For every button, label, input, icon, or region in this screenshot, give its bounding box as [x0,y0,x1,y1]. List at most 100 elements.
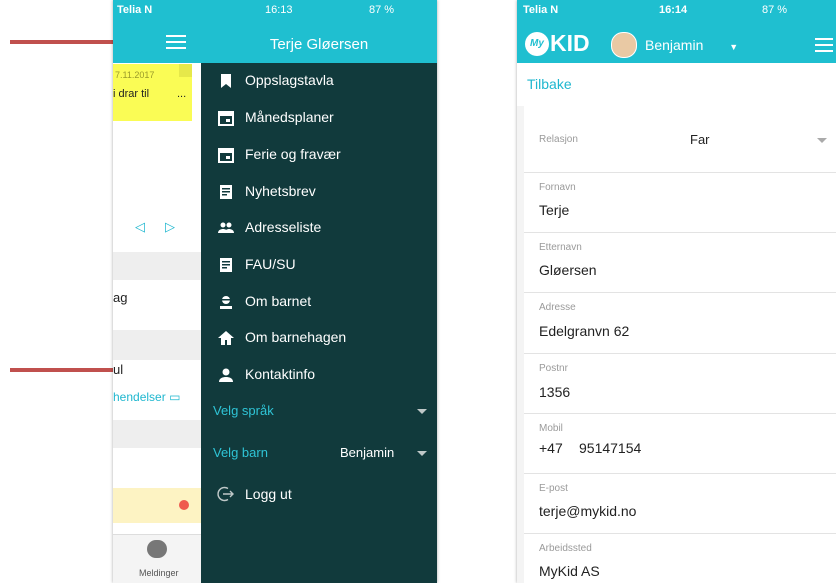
unread-dot-icon [179,500,189,510]
drawer-user-name: Terje Gløersen [269,36,369,53]
next-icon[interactable]: ▷ [165,219,175,235]
left-phone-screen: Telia N 7.11.2017 i drar til ... ◁ ▷ ag … [113,0,437,583]
menu-item-nyhetsbrev[interactable]: Nyhetsbrev [201,174,437,210]
sticky-more[interactable]: ... [177,88,186,100]
avatar [611,32,637,58]
field-label: Postnr [539,363,568,374]
email-field[interactable]: E-post terje@mykid.no [524,473,836,534]
menu-item-om-barnet[interactable]: Om barnet [201,284,437,320]
menu-label: Nyhetsbrev [245,183,316,199]
calendar-icon [218,111,234,126]
menu-label: Oppslagstavla [245,72,334,88]
dropdown-caret-icon [817,138,827,143]
field-value: Terje [539,202,570,218]
mykid-logo: My KID [525,30,603,58]
field-value: 1356 [539,384,571,400]
calendar-icon: ▭ [169,390,181,404]
logout-icon [217,486,234,502]
contact-form: Relasjon Far Fornavn Terje Etternavn Glø… [524,106,836,583]
status-battery: 87 % [762,4,788,16]
sticky-note[interactable]: 7.11.2017 i drar til ... [113,64,192,121]
document-icon [220,185,232,199]
field-value: 95147154 [579,440,642,456]
sticky-fold [179,64,192,77]
section-divider [113,420,201,448]
sticky-date: 7.11.2017 [115,70,155,80]
chat-icon[interactable] [147,540,167,558]
notice-row[interactable] [113,488,201,523]
status-time: 16:14 [659,4,688,16]
bookmark-icon [221,74,231,88]
back-link[interactable]: Tilbake [527,76,572,92]
menu-label: Kontaktinfo [245,366,316,382]
left-app-header: Telia N [113,0,201,63]
events-link[interactable]: hendelser ▭ [113,390,180,404]
menu-item-manedsplaner[interactable]: Månedsplaner [201,100,437,136]
field-label: Relasjon [539,134,578,145]
mobile-field[interactable]: Mobil +47 95147154 [524,413,836,474]
field-label: Etternavn [539,242,582,253]
events-link-label: hendelser [113,390,166,404]
bottom-tab-bar: Meldinger [113,534,201,583]
language-select-label: Velg språk [213,403,274,418]
menu-item-fau-su[interactable]: FAU/SU [201,247,437,283]
field-label: Fornavn [539,182,576,193]
menu-label: Adresseliste [245,219,322,235]
logo-text: KID [550,30,590,56]
child-icon [220,296,232,309]
phone-prefix[interactable]: +47 [539,440,563,456]
menu-item-ferie-og-fravaer[interactable]: Ferie og fravær [201,137,437,173]
nav-bar: Tilbake [517,63,836,107]
menu-label: Om barnet [245,293,312,309]
field-value: Edelgranvn 62 [539,323,630,339]
dropdown-caret-icon [417,451,427,456]
calendar-icon [218,148,234,163]
child-select-label: Velg barn [213,445,268,460]
prev-icon[interactable]: ◁ [135,219,145,235]
workplace-field[interactable]: Arbeidssted MyKid AS [524,533,836,583]
first-name-field[interactable]: Fornavn Terje [524,172,836,233]
background-app: Telia N 7.11.2017 i drar til ... ◁ ▷ ag … [113,0,201,583]
field-label: Mobil [539,423,563,434]
field-label: Arbeidssted [539,543,592,554]
field-value: Far [690,132,710,147]
logo-badge: My [525,32,549,56]
tab-meldinger[interactable]: Meldinger [139,568,179,578]
status-battery: 87 % [369,4,395,16]
menu-label: Ferie og fravær [245,146,341,162]
menu-item-adresseliste[interactable]: Adresseliste [201,210,437,246]
menu-item-kontaktinfo[interactable]: Kontaktinfo [201,357,437,393]
child-select[interactable]: Velg barn Benjamin [201,440,437,466]
document-icon [220,258,232,272]
section-divider [113,252,201,280]
menu-label: Om barnehagen [245,329,347,345]
drawer-header: 16:13 87 % Terje Gløersen [201,0,437,63]
navigation-drawer: 16:13 87 % Terje Gløersen Oppslagstavla … [201,0,437,583]
people-icon [218,222,234,233]
logout-button[interactable]: Logg ut [201,482,437,508]
logout-label: Logg ut [245,486,292,502]
row-text: ag [113,290,128,305]
field-value: Gløersen [539,262,597,278]
child-select-value: Benjamin [340,445,395,460]
address-field[interactable]: Adresse Edelgranvn 62 [524,292,836,354]
field-label: E-post [539,483,568,494]
dropdown-caret-icon [417,409,427,414]
row-text: ul [113,362,124,377]
hamburger-menu-icon[interactable] [166,35,186,51]
relation-field[interactable]: Relasjon Far [524,106,836,173]
field-value: terje@mykid.no [539,503,637,519]
sticky-text: i drar til [113,88,150,100]
menu-item-oppslagstavla[interactable]: Oppslagstavla [201,63,437,99]
hamburger-menu-icon[interactable] [815,38,833,52]
person-icon [219,368,233,382]
chevron-down-icon: ▼ [729,42,739,52]
menu-label: FAU/SU [245,256,296,272]
app-header: Telia N 16:14 87 % My KID Benjamin ▼ [517,0,836,63]
postcode-field[interactable]: Postnr 1356 [524,353,836,414]
section-divider [113,330,201,360]
language-select[interactable]: Velg språk [201,398,437,424]
child-switcher[interactable]: Benjamin ▼ [645,37,738,53]
menu-item-om-barnehagen[interactable]: Om barnehagen [201,320,437,356]
last-name-field[interactable]: Etternavn Gløersen [524,232,836,293]
